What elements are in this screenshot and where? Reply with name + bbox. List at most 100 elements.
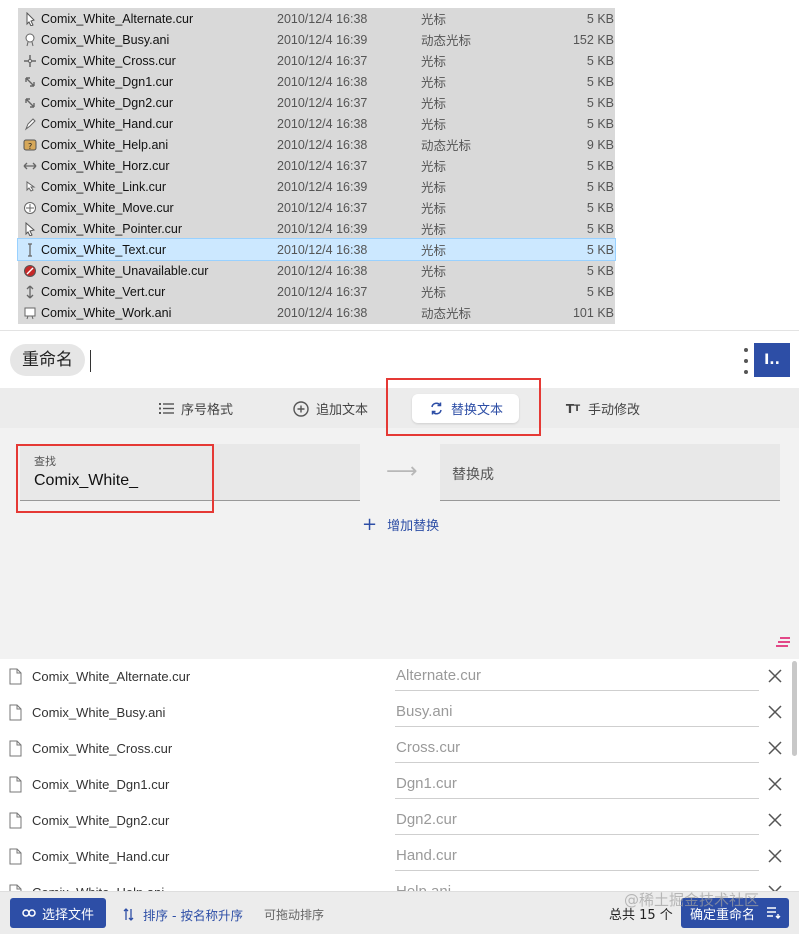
file-icon bbox=[9, 668, 22, 685]
remove-icon[interactable] bbox=[767, 812, 783, 828]
file-type: 光标 bbox=[421, 117, 447, 132]
link-icon bbox=[22, 909, 36, 917]
rename-row: Comix_White_Busy.ani Busy.ani bbox=[0, 695, 799, 731]
original-name: Comix_White_Dgn1.cur bbox=[32, 777, 170, 792]
file-date: 2010/12/4 16:39 bbox=[277, 32, 368, 47]
remove-icon[interactable] bbox=[767, 668, 783, 684]
file-date: 2010/12/4 16:39 bbox=[277, 221, 368, 236]
tab-label: 手动修改 bbox=[588, 403, 641, 418]
explorer-file-row[interactable]: Comix_White_Alternate.cur 2010/12/4 16:38… bbox=[18, 8, 615, 29]
list-arrow-icon bbox=[767, 907, 781, 919]
link-cursor-icon bbox=[23, 180, 37, 194]
sort-button[interactable]: 排序 - 按名称升序 bbox=[123, 905, 243, 924]
help-cursor-icon: ? bbox=[23, 138, 37, 152]
file-date: 2010/12/4 16:38 bbox=[277, 263, 368, 278]
original-name: Comix_White_Dgn2.cur bbox=[32, 813, 170, 828]
file-name: Comix_White_Hand.cur bbox=[41, 116, 173, 131]
file-icon bbox=[9, 848, 22, 865]
tab-manual-edit[interactable]: TT 手动修改 bbox=[565, 394, 640, 423]
file-name: Comix_White_Pointer.cur bbox=[41, 221, 183, 236]
file-name: Comix_White_Cross.cur bbox=[41, 53, 176, 68]
diagonal-resize-icon bbox=[23, 96, 37, 110]
new-name-input[interactable]: Hand.cur bbox=[395, 845, 759, 871]
sort-label: 排序 - 按名称升序 bbox=[143, 908, 243, 923]
file-name: Comix_White_Alternate.cur bbox=[41, 11, 194, 26]
explorer-file-row[interactable]: Comix_White_Unavailable.cur 2010/12/4 16:… bbox=[18, 260, 615, 281]
rename-row: Comix_White_Help.aniHelp.ani bbox=[0, 875, 799, 891]
file-size: 9 KB bbox=[586, 137, 614, 152]
explorer-file-row[interactable]: Comix_White_Horz.cur 2010/12/4 16:37 光标 5 K… bbox=[18, 155, 615, 176]
file-size: 5 KB bbox=[586, 74, 614, 89]
file-type: 光标 bbox=[421, 75, 447, 90]
confirm-rename-button[interactable]: 确定重命名 bbox=[681, 898, 789, 928]
remove-icon[interactable] bbox=[767, 740, 783, 756]
highlight-box-find bbox=[16, 444, 214, 513]
new-name-input[interactable]: Dgn2.cur bbox=[395, 809, 759, 835]
file-size: 5 KB bbox=[586, 200, 614, 215]
file-type: 光标 bbox=[421, 201, 447, 216]
select-files-button[interactable]: 选择文件 bbox=[10, 898, 106, 928]
explorer-file-row[interactable]: ? Comix_White_Help.ani 2010/12/4 16:38 动态光标… bbox=[18, 134, 615, 155]
file-type: 光标 bbox=[421, 96, 447, 111]
remove-icon[interactable] bbox=[767, 704, 783, 720]
file-date: 2010/12/4 16:38 bbox=[277, 137, 368, 152]
explorer-file-row[interactable]: Comix_White_Work.ani 2010/12/4 16:38 动态光标 1… bbox=[18, 302, 615, 323]
file-icon bbox=[9, 812, 22, 829]
explorer-file-row[interactable]: Comix_White_Text.cur 2010/12/4 16:38 光标 5 K… bbox=[17, 238, 616, 261]
scrollbar[interactable] bbox=[792, 661, 797, 756]
explorer-file-row[interactable]: Comix_White_Vert.cur 2010/12/4 16:37 光标 5 K… bbox=[18, 281, 615, 302]
file-name: Comix_White_Text.cur bbox=[41, 242, 167, 257]
svg-text:?: ? bbox=[28, 142, 32, 151]
avatar[interactable]: I.. bbox=[754, 343, 790, 377]
pen-cursor-icon bbox=[23, 117, 37, 131]
file-type: 光标 bbox=[421, 12, 447, 27]
new-name-input[interactable]: Dgn1.cur bbox=[395, 773, 759, 799]
add-replace-label: 增加替换 bbox=[387, 519, 440, 534]
text-format-icon: TT bbox=[565, 401, 581, 416]
explorer-file-row[interactable]: Comix_White_Link.cur 2010/12/4 16:39 光标 5 K… bbox=[18, 176, 615, 197]
file-name: Comix_White_Horz.cur bbox=[41, 158, 170, 173]
explorer-file-row[interactable]: Comix_White_Hand.cur 2010/12/4 16:38 光标 5 K… bbox=[18, 113, 615, 134]
file-date: 2010/12/4 16:38 bbox=[277, 305, 368, 320]
explorer-file-row[interactable]: Comix_White_Move.cur 2010/12/4 16:37 光标 5 K… bbox=[18, 197, 615, 218]
file-date: 2010/12/4 16:37 bbox=[277, 53, 368, 68]
file-icon bbox=[9, 740, 22, 757]
file-name: Comix_White_Help.ani bbox=[41, 137, 169, 152]
arrow-right-icon: ⟶ bbox=[386, 459, 418, 484]
file-icon bbox=[9, 776, 22, 793]
original-name: Comix_White_Busy.ani bbox=[32, 705, 166, 720]
footer-bar: 选择文件 排序 - 按名称升序 可拖动排序 总共 15 个 确定重命名 bbox=[0, 891, 799, 934]
tab-sequence-format[interactable]: 序号格式 bbox=[158, 394, 233, 423]
confirm-rename-label: 确定重命名 bbox=[690, 907, 756, 923]
replace-input[interactable]: 替换成 bbox=[452, 464, 494, 484]
file-size: 5 KB bbox=[586, 284, 614, 299]
new-name-input[interactable]: Help.ani bbox=[395, 881, 759, 891]
working-cursor-icon bbox=[23, 306, 37, 320]
file-type: 光标 bbox=[421, 159, 447, 174]
explorer-file-row[interactable]: Comix_White_Dgn1.cur 2010/12/4 16:38 光标 5 K… bbox=[18, 71, 615, 92]
explorer-file-row[interactable]: Comix_White_Busy.ani 2010/12/4 16:39 动态光标 1… bbox=[18, 29, 615, 50]
replace-field[interactable]: 替换成 bbox=[440, 444, 780, 501]
file-date: 2010/12/4 16:38 bbox=[277, 242, 368, 257]
new-name-input[interactable]: Cross.cur bbox=[395, 737, 759, 763]
tab-append-text[interactable]: 追加文本 bbox=[293, 394, 368, 423]
remove-icon[interactable] bbox=[767, 848, 783, 864]
explorer-file-row[interactable]: Comix_White_Cross.cur 2010/12/4 16:37 光标 5 … bbox=[18, 50, 615, 71]
new-name-input[interactable]: Busy.ani bbox=[395, 701, 759, 727]
diagonal-resize-icon bbox=[23, 75, 37, 89]
explorer-file-row[interactable]: Comix_White_Dgn2.cur 2010/12/4 16:37 光标 5 K… bbox=[18, 92, 615, 113]
file-icon bbox=[9, 704, 22, 721]
file-name: Comix_White_Work.ani bbox=[41, 305, 172, 320]
new-name-input[interactable]: Alternate.cur bbox=[395, 665, 759, 691]
remove-icon[interactable] bbox=[767, 884, 783, 891]
add-replace-button[interactable]: + 增加替换 bbox=[362, 515, 439, 534]
more-menu-icon[interactable] bbox=[742, 348, 750, 374]
numbered-list-icon bbox=[158, 401, 174, 417]
explorer-file-row[interactable]: Comix_White_Pointer.cur 2010/12/4 16:39 光标… bbox=[18, 218, 615, 239]
pointer-cursor-icon bbox=[23, 221, 37, 237]
remove-icon[interactable] bbox=[767, 776, 783, 792]
file-type: 光标 bbox=[421, 180, 447, 195]
rainbow-lines-icon[interactable] bbox=[776, 636, 790, 648]
file-type: 光标 bbox=[421, 285, 447, 300]
tab-label: 追加文本 bbox=[316, 403, 369, 418]
